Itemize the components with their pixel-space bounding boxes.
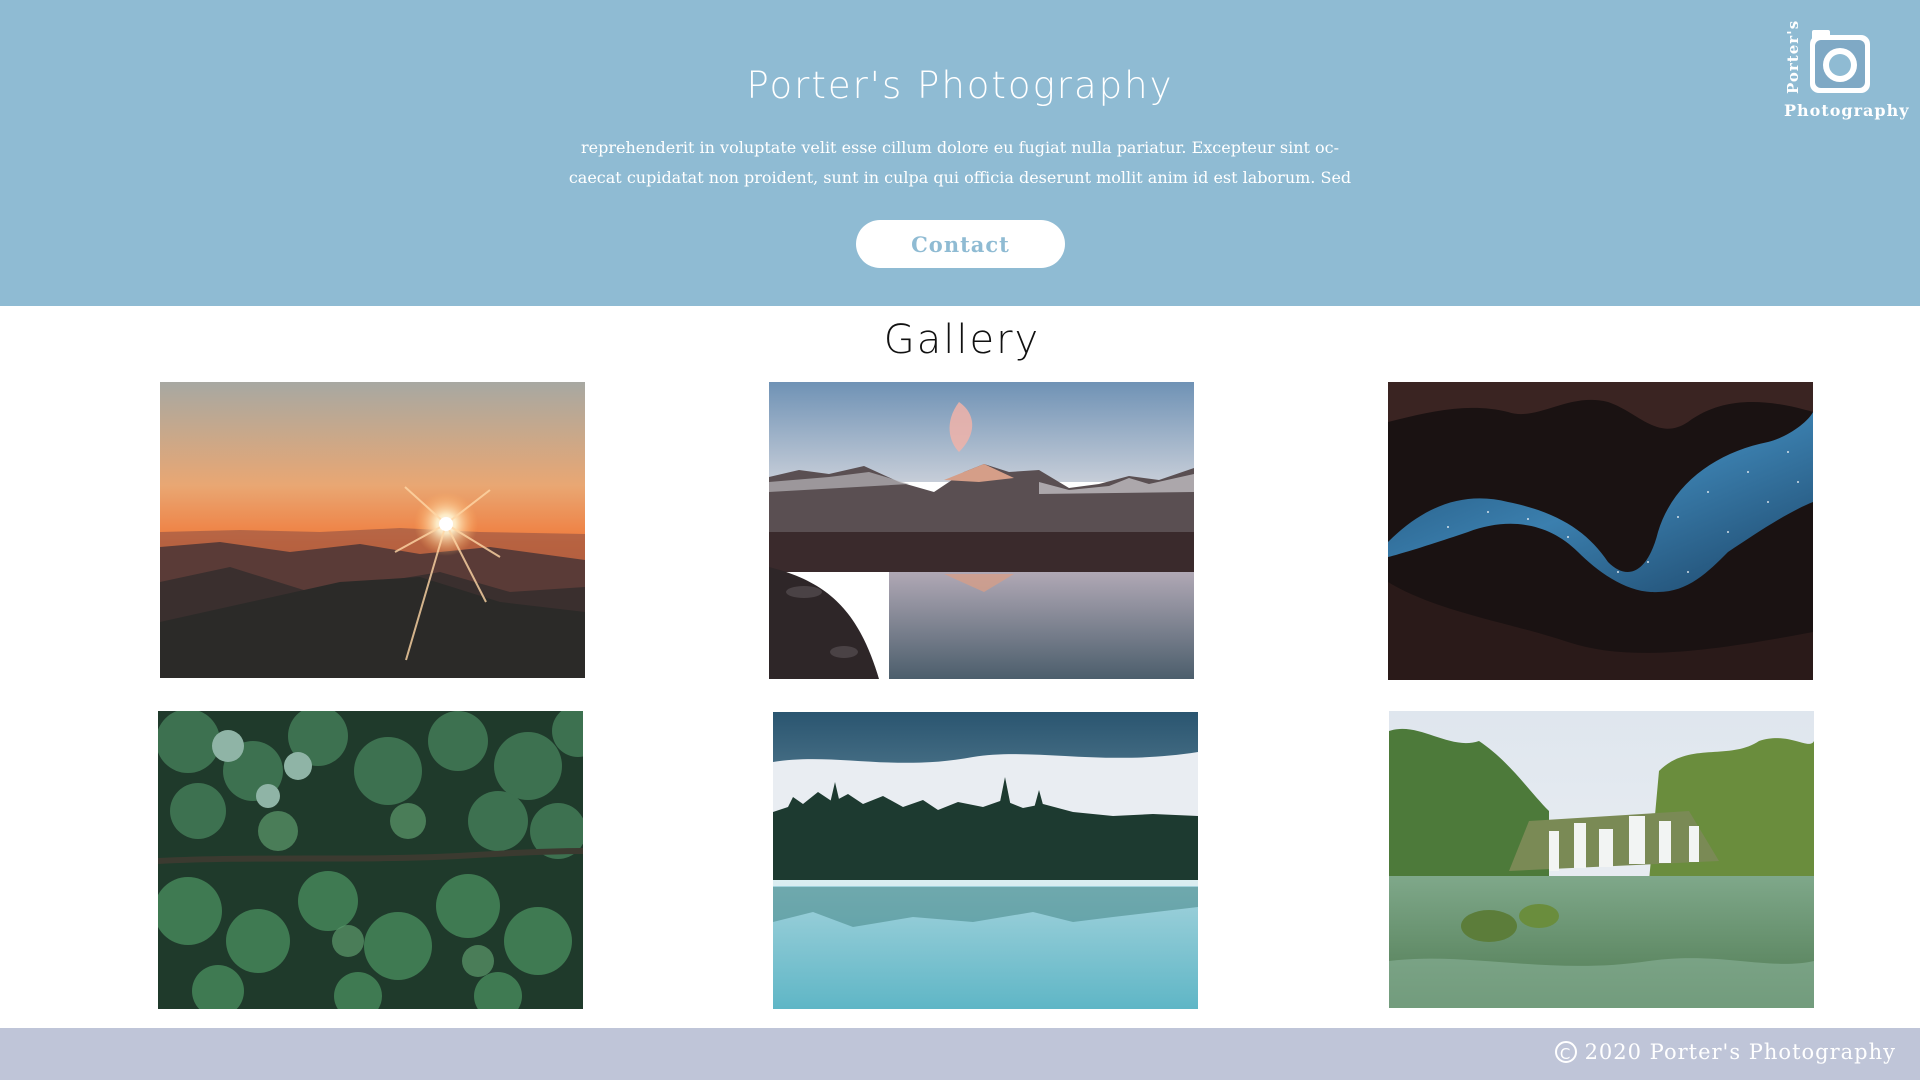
gallery-title: Gallery <box>883 317 1041 363</box>
logo-text-horizontal: Photography <box>1784 101 1910 120</box>
sunset-mountains-photo[interactable] <box>160 382 585 678</box>
site-title: Porter's Photography <box>746 64 1174 107</box>
contact-button[interactable]: Contact <box>856 220 1065 268</box>
hero-description: reprehenderit in voluptate velit esse ci… <box>555 133 1365 193</box>
hero-description-line: reprehenderit in voluptate velit esse ci… <box>580 138 1340 157</box>
misty-lake-forest-photo[interactable] <box>773 712 1198 1009</box>
mountain-lake-reflection-photo[interactable] <box>769 382 1194 679</box>
waterfall-lagoon-photo[interactable] <box>1389 711 1814 1008</box>
footer: C 2020 Porter's Photography <box>0 1028 1920 1080</box>
hero-header: Porter's Photography reprehenderit in vo… <box>0 0 1920 306</box>
copyright-icon: C <box>1554 1041 1577 1063</box>
copyright-text: 2020 Porter's Photography <box>1584 1040 1896 1064</box>
camera-icon <box>1809 30 1871 95</box>
hero-description-line: caecat cupidatat non proident, sunt in c… <box>568 168 1352 187</box>
site-logo[interactable]: Porter's Photography <box>1780 19 1909 130</box>
logo-text-vertical: Porter's <box>1784 19 1802 94</box>
copyright-notice: C 2020 Porter's Photography <box>1554 1040 1896 1064</box>
forest-aerial-photo[interactable] <box>158 711 583 1009</box>
canyon-night-sky-photo[interactable] <box>1388 382 1813 680</box>
